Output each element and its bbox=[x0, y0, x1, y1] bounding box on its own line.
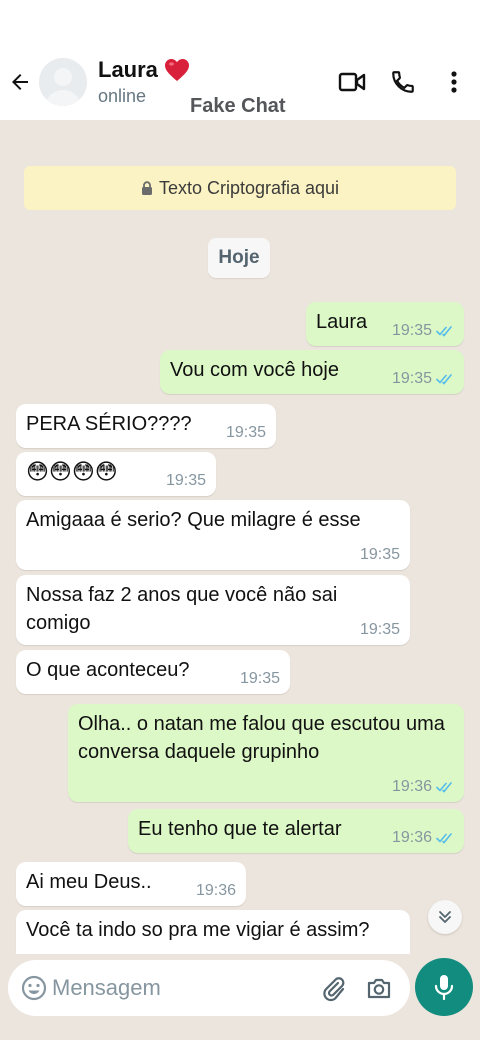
message-time: 19:35 bbox=[165, 472, 206, 489]
message-input[interactable]: Mensagem bbox=[8, 960, 410, 1016]
message-bubble[interactable]: Amigaaa é serio? Que milagre é esse 19:3… bbox=[16, 500, 410, 570]
double-check-icon bbox=[436, 833, 452, 844]
video-call-icon[interactable] bbox=[336, 66, 368, 98]
message-bubble[interactable]: Eu tenho que te alertar 19:36 bbox=[128, 809, 464, 853]
microphone-icon bbox=[434, 975, 454, 1001]
message-time: 19:36 bbox=[391, 829, 432, 846]
date-separator: Hoje bbox=[208, 238, 270, 278]
contact-status: online bbox=[98, 86, 147, 106]
message-bubble[interactable]: Nossa faz 2 anos que você não sai comigo… bbox=[16, 575, 410, 645]
encryption-notice-text: Texto Criptografia aqui bbox=[158, 177, 340, 198]
message-text: Você ta indo so pra me vigiar é assim? bbox=[26, 919, 370, 941]
message-bubble[interactable]: PERA SÉRIO???? 19:35 bbox=[16, 404, 276, 448]
watermark-text: Fake Chat bbox=[190, 95, 286, 117]
message-time: 19:35 bbox=[239, 670, 280, 687]
message-text: Nossa faz 2 anos que você não sai comigo bbox=[26, 584, 338, 634]
mic-button[interactable] bbox=[415, 958, 473, 1016]
double-check-icon bbox=[436, 782, 452, 793]
red-heart-icon bbox=[164, 59, 189, 81]
chat-area[interactable]: Texto Criptografia aqui Hoje Laura 19:35… bbox=[0, 120, 480, 954]
avatar[interactable] bbox=[39, 58, 87, 106]
phone-call-icon[interactable] bbox=[387, 66, 419, 98]
message-time: 19:35 bbox=[391, 322, 432, 339]
message-time: 19:35 bbox=[359, 621, 400, 638]
message-bubble[interactable]: Laura 19:35 bbox=[306, 302, 464, 346]
message-time: 19:35 bbox=[359, 546, 400, 563]
double-check-icon bbox=[436, 326, 452, 337]
lock-icon bbox=[141, 181, 152, 195]
message-input-placeholder: Mensagem bbox=[52, 975, 161, 1000]
contact-name-text: Laura bbox=[98, 57, 158, 82]
double-chevron-down-icon bbox=[439, 911, 451, 923]
message-time: 19:35 bbox=[225, 424, 266, 441]
message-bubble[interactable]: Olha.. o natan me falou que escutou uma … bbox=[68, 704, 464, 802]
message-bubble[interactable]: Ai meu Deus.. 19:36 bbox=[16, 862, 246, 906]
attach-clip-icon[interactable] bbox=[319, 974, 347, 1002]
scroll-down-button[interactable] bbox=[428, 900, 462, 934]
chat-header: Laura online Fake Chat bbox=[0, 0, 480, 120]
camera-icon[interactable] bbox=[365, 974, 393, 1002]
contact-name[interactable]: Laura bbox=[98, 57, 190, 83]
back-arrow-icon[interactable] bbox=[6, 66, 34, 98]
double-check-icon bbox=[436, 374, 452, 385]
message-bubble[interactable]: 😳😳😳😳 19:35 bbox=[16, 452, 216, 496]
encryption-notice[interactable]: Texto Criptografia aqui bbox=[24, 166, 456, 210]
message-text: Amigaaa é serio? Que milagre é esse bbox=[26, 509, 361, 531]
message-time: 19:35 bbox=[391, 370, 432, 387]
emoji-icon[interactable] bbox=[20, 974, 48, 1002]
composer-bar: Mensagem bbox=[0, 954, 480, 1040]
message-text: Olha.. o natan me falou que escutou uma … bbox=[78, 713, 445, 763]
message-bubble[interactable]: Você ta indo so pra me vigiar é assim? bbox=[16, 910, 410, 954]
message-time: 19:36 bbox=[195, 882, 236, 899]
message-bubble[interactable]: Vou com você hoje 19:35 bbox=[160, 350, 464, 394]
message-bubble[interactable]: O que aconteceu? 19:35 bbox=[16, 650, 290, 694]
more-options-icon[interactable] bbox=[438, 66, 470, 98]
message-time: 19:36 bbox=[391, 778, 432, 795]
